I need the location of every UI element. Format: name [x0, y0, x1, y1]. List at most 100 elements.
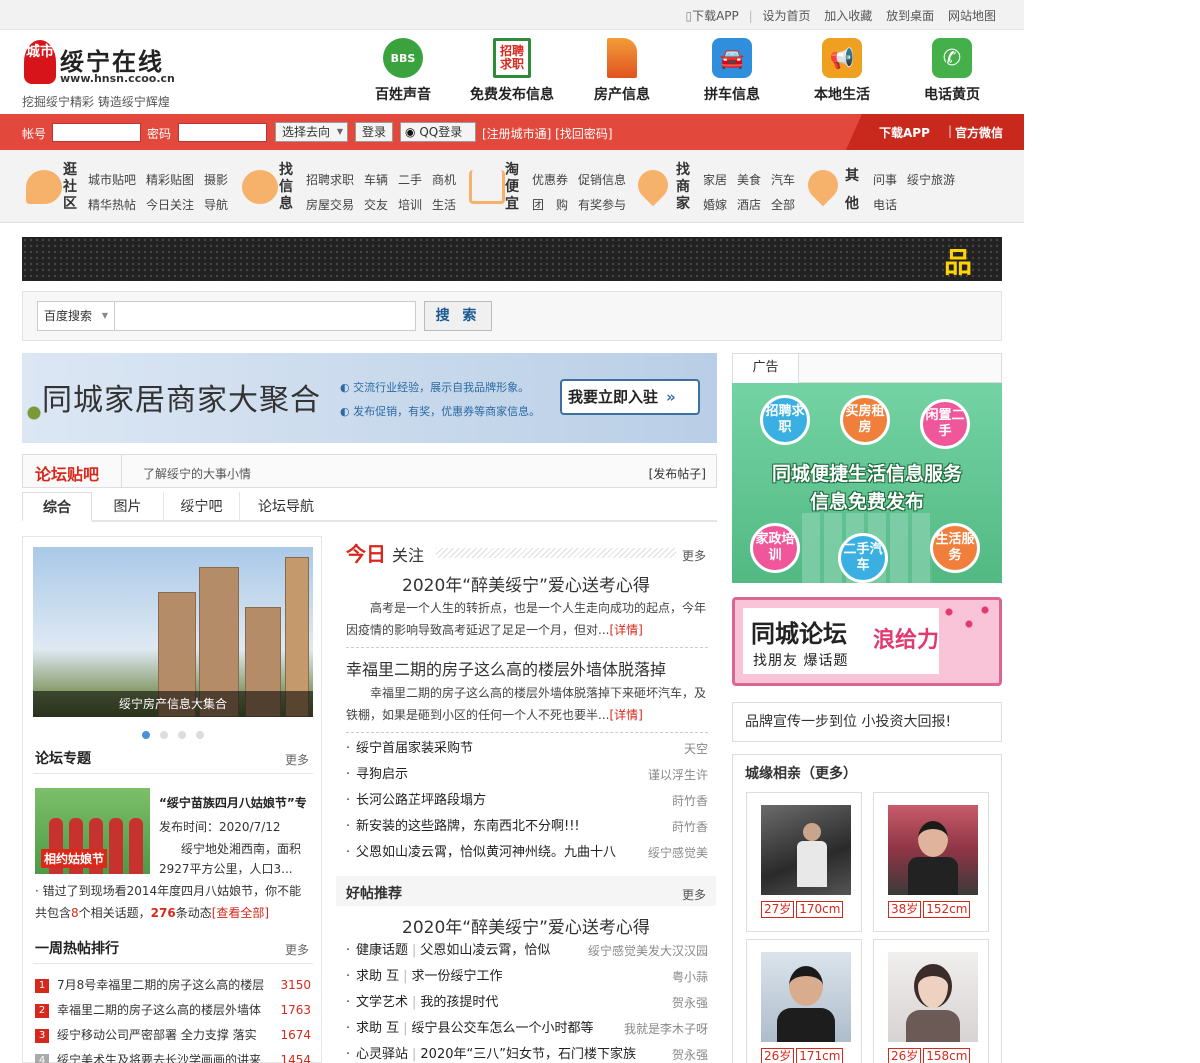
list-item[interactable]: · 心灵驿站 | 2020年“三八”妇女节，石门楼下家族 贺永强: [346, 1042, 708, 1063]
house-photo[interactable]: 绥宁房产信息大集合: [33, 547, 313, 717]
cat-link[interactable]: 城市贴吧: [88, 173, 136, 187]
cat-link[interactable]: 电话: [873, 198, 897, 212]
cat-link[interactable]: 问事: [873, 173, 897, 187]
list-item[interactable]: · 求助 互 | 求一份绥宁工作 粤小蒜: [346, 964, 708, 990]
search-button[interactable]: 搜 索: [424, 301, 492, 331]
carousel-dot[interactable]: [178, 731, 186, 739]
topic-title[interactable]: “绥宁苗族四月八姑娘节”专: [159, 794, 307, 811]
hot-item[interactable]: 1 7月8号幸福里二期的房子这么高的楼层 3150: [35, 973, 315, 998]
cat-link[interactable]: 二手: [398, 173, 422, 187]
cat-link[interactable]: 美食: [737, 173, 761, 187]
set-homepage-link[interactable]: 设为首页: [762, 9, 810, 23]
post-topic-link[interactable]: [发布帖子]: [649, 465, 706, 482]
password-input[interactable]: [178, 123, 267, 142]
cat-link[interactable]: 婚嫁: [703, 198, 727, 212]
carousel-dot[interactable]: [160, 731, 168, 739]
account-input[interactable]: [52, 123, 141, 142]
cat-link[interactable]: 团 购: [532, 198, 568, 212]
list-item[interactable]: · 求助 互 | 绥宁县公交车怎么一个小时都等 我就是李木子呀: [346, 1016, 708, 1042]
cat-link[interactable]: 生活: [432, 198, 456, 212]
city-forum-ad[interactable]: 同城论坛 找朋友 爆话题 浪给力: [732, 597, 1002, 686]
list-item[interactable]: · 绥宁首届家装采购节 天空: [346, 736, 708, 762]
nav-house[interactable]: 房产信息: [567, 36, 677, 104]
cat-link[interactable]: 精彩贴图: [146, 173, 194, 187]
register-links[interactable]: [注册城市通] [找回密码]: [482, 125, 613, 142]
list-item[interactable]: · 父恩如山凌云霄，恰似黄河神州绕。九曲十八 绥宁感觉美: [346, 840, 708, 866]
life-service-ad[interactable]: 招聘求职 买房租房 闲置二手 同城便捷生活信息服务 信息免费发布 家政培训 二手…: [732, 383, 1002, 583]
headline-2[interactable]: 幸福里二期的房子这么高的楼层外墙体脱落掉: [346, 656, 666, 680]
dating-profile[interactable]: 26岁 171cm: [746, 939, 862, 1063]
nav-carpool[interactable]: 🚘 拼车信息: [677, 36, 787, 104]
hot-item[interactable]: 4 绥宁美术生及将要去长沙学画画的讲来 1454: [35, 1048, 315, 1063]
search-engine-select[interactable]: 百度搜索 ▼: [37, 301, 115, 331]
festival-photo[interactable]: 相约姑娘节: [35, 788, 150, 874]
cat-link[interactable]: 优惠券: [532, 173, 568, 187]
add-desktop-link[interactable]: 放到桌面: [886, 9, 934, 23]
search-input[interactable]: [114, 301, 416, 331]
dating-profile[interactable]: 38岁 152cm: [873, 792, 989, 932]
carousel-dot[interactable]: [142, 731, 150, 739]
list-item[interactable]: · 文学艺术 | 我的孩提时代 贺永强: [346, 990, 708, 1016]
list-item[interactable]: · 长河公路芷坪路段塌方 莳竹香: [346, 788, 708, 814]
add-favorite-link[interactable]: 加入收藏: [824, 9, 872, 23]
cat-link[interactable]: 家居: [703, 173, 727, 187]
cat-link[interactable]: 汽车: [771, 173, 795, 187]
cat-link[interactable]: 导航: [204, 198, 228, 212]
view-all-link[interactable]: [查看全部]: [212, 906, 269, 920]
list-item[interactable]: · 寻狗启示 谨以浮生许: [346, 762, 708, 788]
dating-profile[interactable]: 26岁 158cm: [873, 939, 989, 1063]
cat-link[interactable]: 精华热帖: [88, 198, 136, 212]
hot-item[interactable]: 2 幸福里二期的房子这么高的楼层外墙体 1763: [35, 998, 315, 1023]
goto-select[interactable]: 选择去向 ▼: [275, 122, 348, 142]
list-item[interactable]: · 健康话题 | 父恩如山凌云霄，恰似 绥宁感觉美发大汉汉园: [346, 938, 708, 964]
cat-link[interactable]: 培训: [398, 198, 422, 212]
nav-local-life[interactable]: 📢 本地生活: [787, 36, 897, 104]
topics-more-link[interactable]: 更多: [285, 751, 309, 768]
sitemap-link[interactable]: 网站地图: [948, 9, 996, 23]
download-app-link[interactable]: 下载APP: [692, 9, 739, 23]
home-merchant-ad[interactable]: 同城家居商家大聚合 ◐ 交流行业经验，展示自我品牌形象。 ◐ 发布促销，有奖，优…: [22, 353, 717, 443]
tab-suining-bar[interactable]: 绥宁吧: [164, 492, 240, 522]
ad-tab[interactable]: 广告: [733, 354, 799, 383]
tab-forum-nav[interactable]: 论坛导航: [240, 492, 332, 522]
good-posts-more-link[interactable]: 更多: [682, 886, 706, 903]
nav-bbs[interactable]: BBS 百姓声音: [348, 36, 458, 104]
cat-link[interactable]: 促销信息: [578, 173, 626, 187]
topic-summary-1[interactable]: · 错过了到现场看2014年度四月八姑娘节，你不能: [35, 880, 301, 902]
hot-more-link[interactable]: 更多: [285, 941, 309, 958]
detail-link[interactable]: [详情]: [609, 708, 642, 722]
login-button[interactable]: 登录: [355, 122, 393, 142]
official-wechat-button[interactable]: 官方微信: [955, 124, 1003, 141]
brand-promo-line[interactable]: 品牌宣传一步到位 小投资大回报!: [732, 702, 1002, 742]
promo-strip[interactable]: 品: [22, 237, 1002, 281]
headline-1[interactable]: 2020年“醉美绥宁”爱心送考心得: [336, 571, 716, 596]
today-more-link[interactable]: 更多: [682, 547, 706, 564]
cat-link[interactable]: 摄影: [204, 173, 228, 187]
download-app-button[interactable]: 下载APP: [879, 124, 930, 141]
cat-link[interactable]: 车辆: [364, 173, 388, 187]
cat-link[interactable]: 酒店: [737, 198, 761, 212]
cat-link[interactable]: 全部: [771, 198, 795, 212]
headline-3[interactable]: 2020年“醉美绥宁”爱心送考心得: [336, 913, 716, 938]
qq-login-button[interactable]: ◉ QQ登录: [400, 122, 476, 142]
carousel-dot[interactable]: [196, 731, 204, 739]
cat-link[interactable]: 房屋交易: [306, 198, 354, 212]
cat-link[interactable]: 今日关注: [146, 198, 194, 212]
hot-item[interactable]: 3 绥宁移动公司严密部署 全力支撑 落实 1674: [35, 1023, 315, 1048]
nav-yellow-pages[interactable]: ✆ 电话黄页: [897, 36, 1007, 104]
tab-pictures[interactable]: 图片: [92, 492, 164, 522]
dating-title[interactable]: 城缘相亲（更多）: [745, 763, 857, 783]
cat-link[interactable]: 招聘求职: [306, 173, 354, 187]
qq-login-label: QQ登录: [419, 125, 463, 139]
dating-profile[interactable]: 27岁 170cm: [746, 792, 862, 932]
cat-link[interactable]: 交友: [364, 198, 388, 212]
nav-free-post[interactable]: 招聘求职 免费发布信息: [457, 36, 567, 104]
cat-link[interactable]: 有奖参与: [578, 198, 626, 212]
cat-link[interactable]: 绥宁旅游: [907, 173, 955, 187]
cat-link[interactable]: 商机: [432, 173, 456, 187]
site-logo[interactable]: 城市 绥宁在线 www.hnsn.ccoo.cn: [22, 40, 175, 90]
list-item[interactable]: · 新安装的这些路牌，东南西北不分啊!!! 莳竹香: [346, 814, 708, 840]
join-now-button[interactable]: 我要立即入驻 »: [560, 379, 700, 415]
detail-link[interactable]: [详情]: [609, 623, 642, 637]
tab-all[interactable]: 综合: [22, 492, 92, 522]
